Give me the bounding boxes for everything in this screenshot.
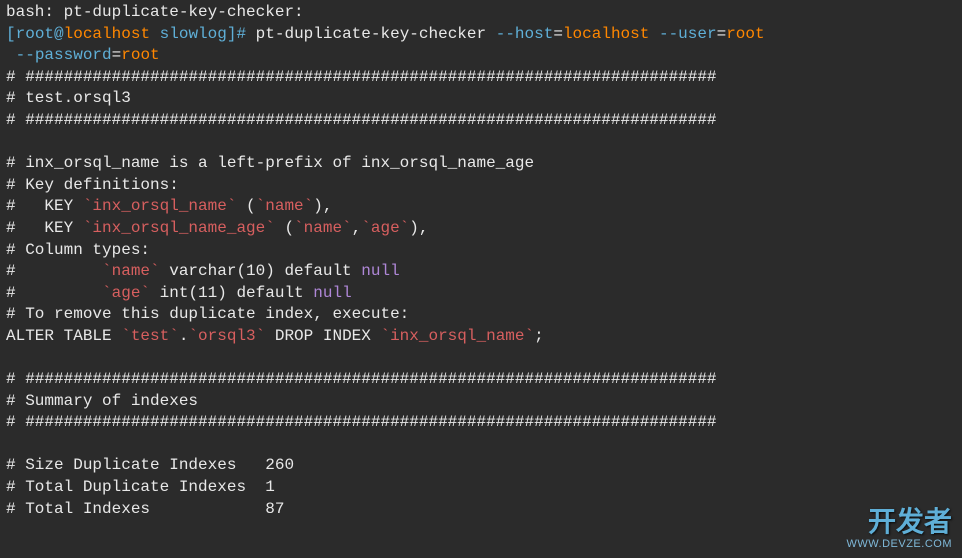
col-type-2: # `age` int(11) default null <box>6 283 956 305</box>
flag-host: --host <box>496 25 554 43</box>
column-name: `name` <box>294 219 352 237</box>
table-name: `orsql3` <box>188 327 265 345</box>
column-name: `name` <box>102 262 160 280</box>
divider: # ######################################… <box>6 110 956 132</box>
column-name: `age` <box>102 284 150 302</box>
flag-password: --password <box>16 46 112 64</box>
stat-total-dup: # Total Duplicate Indexes 1 <box>6 477 956 499</box>
prev-cmd-fragment: bash: pt-duplicate-key-checker: <box>6 3 304 21</box>
flag-user: --user <box>659 25 717 43</box>
terminal-line-prev: bash: pt-duplicate-key-checker: <box>6 2 956 24</box>
flag-user-val: root <box>726 25 764 43</box>
col-types-label: # Column types: <box>6 240 956 262</box>
index-name: `inx_orsql_name` <box>83 197 237 215</box>
stat-total-idx: # Total Indexes 87 <box>6 499 956 521</box>
watermark-cn: 开发者 <box>847 507 953 538</box>
prompt-host: localhost <box>64 25 150 43</box>
summary-header: # Summary of indexes <box>6 391 956 413</box>
alter-statement: ALTER TABLE `test`.`orsql3` DROP INDEX `… <box>6 326 956 348</box>
column-name: `age` <box>361 219 409 237</box>
column-name: `name` <box>256 197 314 215</box>
key-defs-label: # Key definitions: <box>6 175 956 197</box>
key-def-1: # KEY `inx_orsql_name` (`name`), <box>6 196 956 218</box>
prompt-line-cont[interactable]: --password=root <box>6 45 956 67</box>
stat-size: # Size Duplicate Indexes 260 <box>6 455 956 477</box>
dup-index-header: # inx_orsql_name is a left-prefix of inx… <box>6 153 956 175</box>
flag-host-val: localhost <box>563 25 649 43</box>
null-keyword: null <box>361 262 399 280</box>
cmd-exe: pt-duplicate-key-checker <box>246 25 486 43</box>
prompt-user: root <box>16 25 54 43</box>
null-keyword: null <box>313 284 351 302</box>
prompt-bracket-close: ]# <box>227 25 246 43</box>
flag-password-val: root <box>121 46 159 64</box>
schema-name: # test.orsql3 <box>6 88 956 110</box>
prompt-at: @ <box>54 25 64 43</box>
db-name: `test` <box>121 327 179 345</box>
key-def-2: # KEY `inx_orsql_name_age` (`name`,`age`… <box>6 218 956 240</box>
blank-line <box>6 434 956 456</box>
divider: # ######################################… <box>6 412 956 434</box>
divider: # ######################################… <box>6 369 956 391</box>
prompt-dir: slowlog <box>150 25 227 43</box>
blank-line <box>6 348 956 370</box>
remove-hint: # To remove this duplicate index, execut… <box>6 304 956 326</box>
prompt-bracket-open: [ <box>6 25 16 43</box>
divider: # ######################################… <box>6 67 956 89</box>
watermark-en: WWW.DEVZE.COM <box>847 538 953 550</box>
watermark: 开发者 WWW.DEVZE.COM <box>847 507 953 550</box>
index-name: `inx_orsql_name` <box>380 327 534 345</box>
col-type-1: # `name` varchar(10) default null <box>6 261 956 283</box>
blank-line <box>6 132 956 154</box>
prompt-line[interactable]: [root@localhost slowlog]# pt-duplicate-k… <box>6 24 956 46</box>
index-name: `inx_orsql_name_age` <box>83 219 275 237</box>
